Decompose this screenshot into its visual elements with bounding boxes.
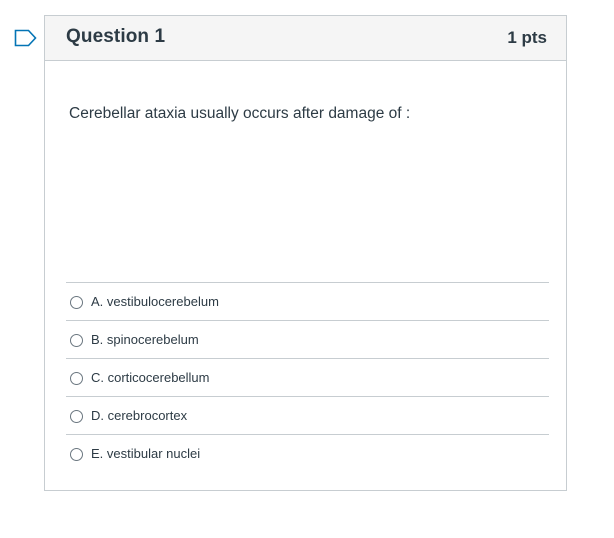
answer-label: C. corticocerebellum: [91, 370, 210, 385]
question-card: Question 1 1 pts Cerebellar ataxia usual…: [44, 15, 567, 491]
radio-button[interactable]: [70, 295, 83, 309]
radio-button[interactable]: [70, 371, 83, 385]
radio-button[interactable]: [70, 333, 83, 347]
answer-label: A. vestibulocerebelum: [91, 294, 219, 309]
radio-button[interactable]: [70, 447, 83, 461]
question-header: Question 1 1 pts: [45, 16, 566, 61]
question-text: Cerebellar ataxia usually occurs after d…: [69, 105, 411, 122]
answer-label: E. vestibular nuclei: [91, 446, 201, 461]
question-title: Question 1: [66, 26, 166, 47]
answer-label: D. cerebrocortex: [91, 408, 188, 423]
answer-option-b[interactable]: B. spinocerebelum: [66, 321, 549, 359]
answer-option-c[interactable]: C. corticocerebellum: [66, 359, 549, 397]
question-points: 1 pts: [507, 28, 547, 47]
answer-option-a[interactable]: A. vestibulocerebelum: [66, 283, 549, 321]
answer-list: A. vestibulocerebelum B. spinocerebelum …: [66, 282, 549, 472]
answer-label: B. spinocerebelum: [91, 332, 199, 347]
answer-option-e[interactable]: E. vestibular nuclei: [66, 435, 549, 472]
flag-question-icon[interactable]: [14, 29, 38, 47]
answer-option-d[interactable]: D. cerebrocortex: [66, 397, 549, 435]
radio-button[interactable]: [70, 409, 83, 423]
